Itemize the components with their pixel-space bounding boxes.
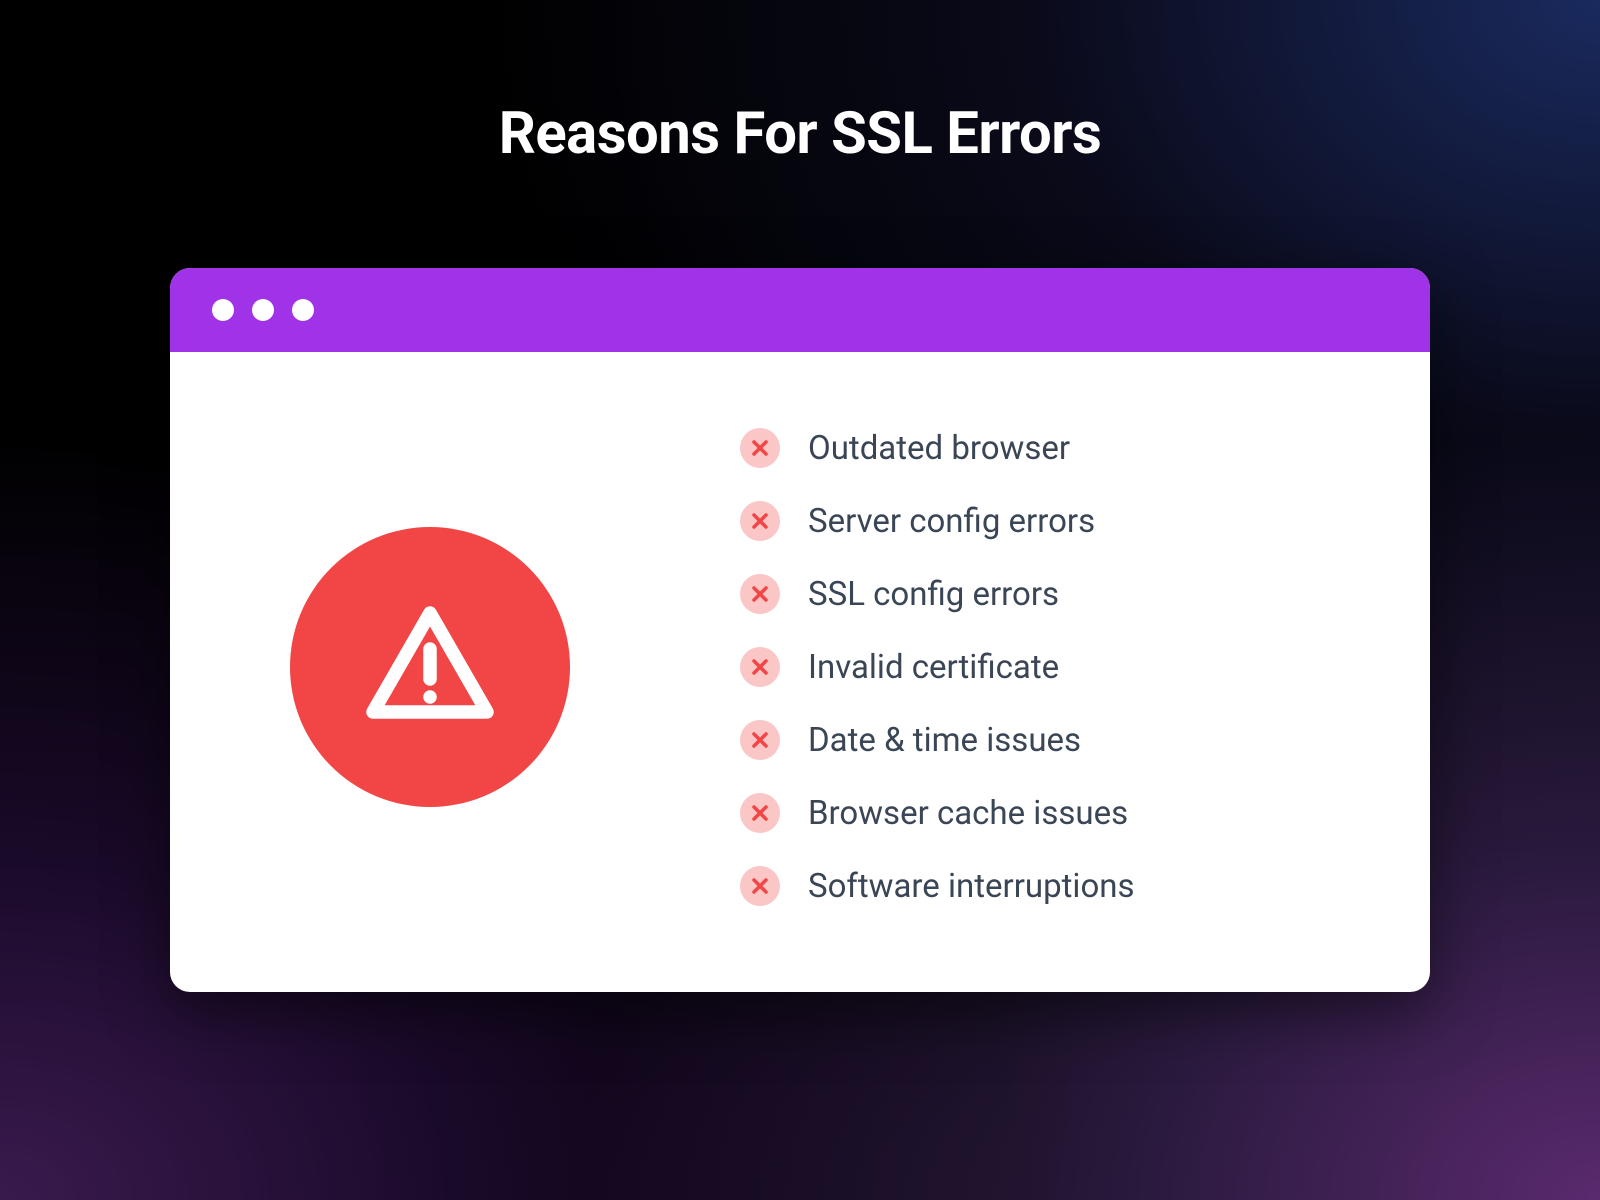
x-icon [740,720,780,760]
x-icon [740,793,780,833]
page-title: Reasons For SSL Errors [499,100,1102,168]
reason-label: Browser cache issues [808,794,1128,833]
x-icon [740,647,780,687]
window-control-dot [252,299,274,321]
x-icon [740,574,780,614]
window-control-dot [292,299,314,321]
reason-label: Date & time issues [808,721,1081,760]
x-icon [740,866,780,906]
warning-triangle-icon [355,592,505,742]
x-icon [740,428,780,468]
list-item: Outdated browser [740,428,1350,468]
browser-window: Outdated browser Server config errors SS… [170,268,1430,992]
reason-label: Software interruptions [808,867,1135,906]
list-item: Server config errors [740,501,1350,541]
list-item: Invalid certificate [740,647,1350,687]
browser-content: Outdated browser Server config errors SS… [170,352,1430,992]
list-item: Browser cache issues [740,793,1350,833]
list-item: Date & time issues [740,720,1350,760]
reason-label: Invalid certificate [808,648,1059,687]
x-icon [740,501,780,541]
window-control-dot [212,299,234,321]
list-item: SSL config errors [740,574,1350,614]
reason-label: Outdated browser [808,429,1070,468]
warning-badge [290,527,570,807]
reasons-list: Outdated browser Server config errors SS… [740,428,1350,906]
list-item: Software interruptions [740,866,1350,906]
browser-titlebar [170,268,1430,352]
reason-label: Server config errors [808,502,1095,541]
warning-container [290,527,570,807]
reason-label: SSL config errors [808,575,1059,614]
